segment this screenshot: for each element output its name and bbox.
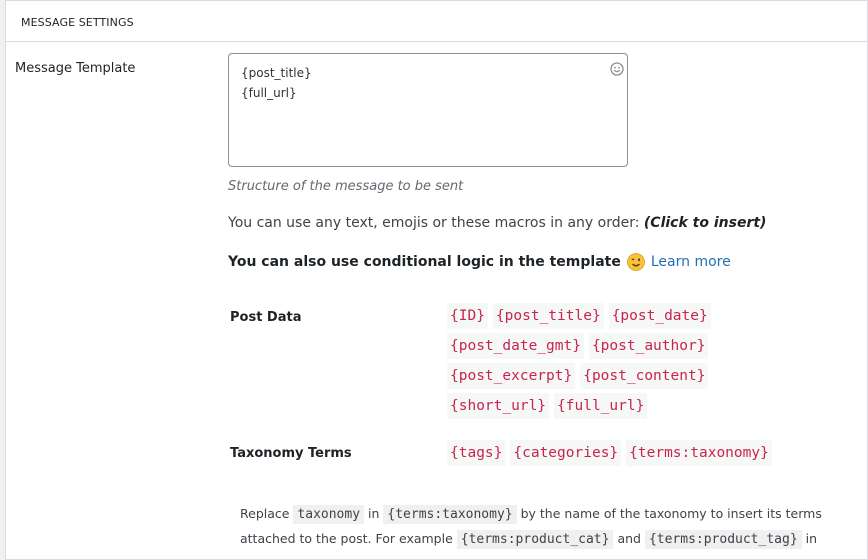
taxonomy-terms-label: Taxonomy Terms bbox=[230, 446, 352, 461]
note-text: Replace bbox=[240, 506, 294, 521]
taxonomy-macros: {tags} {categories} {terms:taxonomy} bbox=[447, 440, 847, 470]
macro-categories[interactable]: {categories} bbox=[510, 440, 622, 466]
taxonomy-note: Replace taxonomy in {terms:taxonomy} by … bbox=[240, 502, 840, 552]
macro-post-title[interactable]: {post_title} bbox=[492, 303, 604, 329]
macros-intro-text: You can use any text, emojis or these ma… bbox=[228, 215, 644, 231]
post-data-label: Post Data bbox=[230, 310, 302, 325]
note-code: {terms:product_cat} bbox=[456, 530, 614, 549]
section-header: MESSAGE SETTINGS bbox=[6, 1, 867, 42]
macro-post-author[interactable]: {post_author} bbox=[588, 333, 709, 359]
message-template-label: Message Template bbox=[15, 61, 136, 76]
wink-emoji-icon bbox=[626, 253, 645, 271]
note-text: and bbox=[613, 531, 645, 546]
macro-post-date[interactable]: {post_date} bbox=[608, 303, 711, 329]
conditional-logic-text: You can also use conditional logic in th… bbox=[228, 254, 621, 270]
learn-more-link[interactable]: Learn more bbox=[651, 254, 731, 270]
macro-post-content[interactable]: {post_content} bbox=[580, 363, 709, 389]
macro-full-url[interactable]: {full_url} bbox=[554, 393, 648, 419]
note-code: taxonomy bbox=[293, 505, 365, 524]
note-text: in bbox=[364, 506, 384, 521]
smiley-icon[interactable] bbox=[610, 62, 624, 76]
macro-post-date-gmt[interactable]: {post_date_gmt} bbox=[447, 333, 584, 359]
macro-short-url[interactable]: {short_url} bbox=[447, 393, 550, 419]
template-description: Structure of the message to be sent bbox=[228, 179, 464, 194]
click-hint: (Click to insert) bbox=[643, 215, 767, 231]
macro-post-excerpt[interactable]: {post_excerpt} bbox=[447, 363, 576, 389]
note-text: in bbox=[801, 531, 818, 546]
macro-terms-taxonomy[interactable]: {terms:taxonomy} bbox=[626, 440, 772, 466]
macro-tags[interactable]: {tags} bbox=[447, 440, 506, 466]
macros-intro: You can use any text, emojis or these ma… bbox=[228, 215, 766, 231]
post-data-macros: {ID} {post_title} {post_date} {post_date… bbox=[447, 303, 747, 423]
message-template-textarea[interactable]: {post_title} {full_url} bbox=[228, 53, 628, 167]
macro-id[interactable]: {ID} bbox=[447, 303, 488, 329]
conditional-logic-line: You can also use conditional logic in th… bbox=[228, 253, 731, 271]
note-code: {terms:taxonomy} bbox=[383, 505, 517, 524]
note-code: {terms:product_tag} bbox=[644, 530, 802, 549]
